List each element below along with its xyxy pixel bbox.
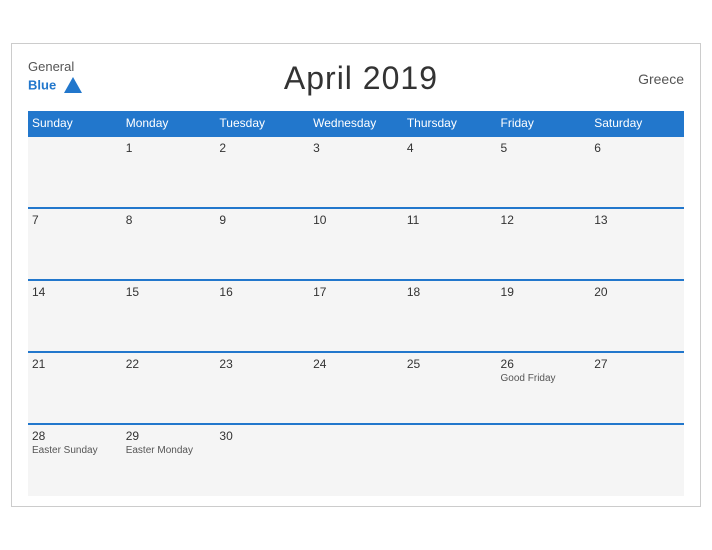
day-header-friday: Friday [497,111,591,136]
holiday-name: Easter Sunday [32,445,118,456]
day-number: 3 [313,141,399,155]
day-number: 12 [501,213,587,227]
day-number: 13 [594,213,680,227]
day-header-wednesday: Wednesday [309,111,403,136]
day-number: 30 [219,429,305,443]
day-header-saturday: Saturday [590,111,684,136]
day-number: 14 [32,285,118,299]
month-title: April 2019 [284,60,438,97]
holiday-name: Easter Monday [126,445,212,456]
holiday-name: Good Friday [501,373,587,384]
day-number: 29 [126,429,212,443]
calendar-cell: 15 [122,280,216,352]
calendar-cell: 24 [309,352,403,424]
calendar-cell: 5 [497,136,591,208]
calendar-cell: 14 [28,280,122,352]
day-number: 19 [501,285,587,299]
logo-general-text: General [28,60,84,74]
calendar-cell: 25 [403,352,497,424]
calendar-cell: 2 [215,136,309,208]
calendar-cell: 30 [215,424,309,496]
calendar-cell: 13 [590,208,684,280]
day-number: 1 [126,141,212,155]
calendar-cell: 16 [215,280,309,352]
week-row-4: 21 22 23 24 25 26 Good Friday 27 [28,352,684,424]
calendar-cell [497,424,591,496]
day-number: 27 [594,357,680,371]
calendar-cell [403,424,497,496]
calendar-cell: 9 [215,208,309,280]
calendar-cell: 4 [403,136,497,208]
day-number: 6 [594,141,680,155]
day-header-tuesday: Tuesday [215,111,309,136]
day-number: 26 [501,357,587,371]
week-row-3: 14 15 16 17 18 19 20 [28,280,684,352]
calendar-cell: 22 [122,352,216,424]
calendar-cell [309,424,403,496]
calendar-cell: 1 [122,136,216,208]
calendar-cell: 29 Easter Monday [122,424,216,496]
day-number: 8 [126,213,212,227]
day-header-sunday: Sunday [28,111,122,136]
calendar-cell: 10 [309,208,403,280]
day-number: 20 [594,285,680,299]
day-number: 25 [407,357,493,371]
calendar-cell: 12 [497,208,591,280]
calendar-cell: 18 [403,280,497,352]
logo-text: General Blue [28,60,84,96]
calendar-header: General Blue April 2019 Greece [28,60,684,97]
calendar-cell: 8 [122,208,216,280]
day-number: 7 [32,213,118,227]
day-number: 23 [219,357,305,371]
day-number: 17 [313,285,399,299]
day-number: 22 [126,357,212,371]
calendar-cell: 7 [28,208,122,280]
country-label: Greece [638,71,684,87]
calendar-cell: 11 [403,208,497,280]
day-header-thursday: Thursday [403,111,497,136]
calendar-cell: 26 Good Friday [497,352,591,424]
calendar-cell [28,136,122,208]
day-number: 15 [126,285,212,299]
calendar-cell: 19 [497,280,591,352]
calendar-cell [590,424,684,496]
week-row-1: 123456 [28,136,684,208]
calendar-cell: 27 [590,352,684,424]
day-number: 5 [501,141,587,155]
logo: General Blue [28,60,84,96]
day-number: 16 [219,285,305,299]
calendar-cell: 21 [28,352,122,424]
day-number: 21 [32,357,118,371]
day-number: 9 [219,213,305,227]
day-number: 4 [407,141,493,155]
calendar-container: General Blue April 2019 Greece SundayMon… [11,43,701,507]
day-header-monday: Monday [122,111,216,136]
day-number: 18 [407,285,493,299]
day-number: 11 [407,213,493,227]
calendar-cell: 3 [309,136,403,208]
day-header-row: SundayMondayTuesdayWednesdayThursdayFrid… [28,111,684,136]
calendar-cell: 6 [590,136,684,208]
day-number: 2 [219,141,305,155]
calendar-cell: 20 [590,280,684,352]
calendar-cell: 23 [215,352,309,424]
calendar-cell: 28 Easter Sunday [28,424,122,496]
logo-blue-text: Blue [28,75,84,97]
day-number: 28 [32,429,118,443]
week-row-2: 789 10 11 12 13 [28,208,684,280]
calendar-cell: 17 [309,280,403,352]
calendar-table: SundayMondayTuesdayWednesdayThursdayFrid… [28,111,684,496]
day-number: 10 [313,213,399,227]
day-number: 24 [313,357,399,371]
week-row-5: 28 Easter Sunday 29 Easter Monday 30 [28,424,684,496]
